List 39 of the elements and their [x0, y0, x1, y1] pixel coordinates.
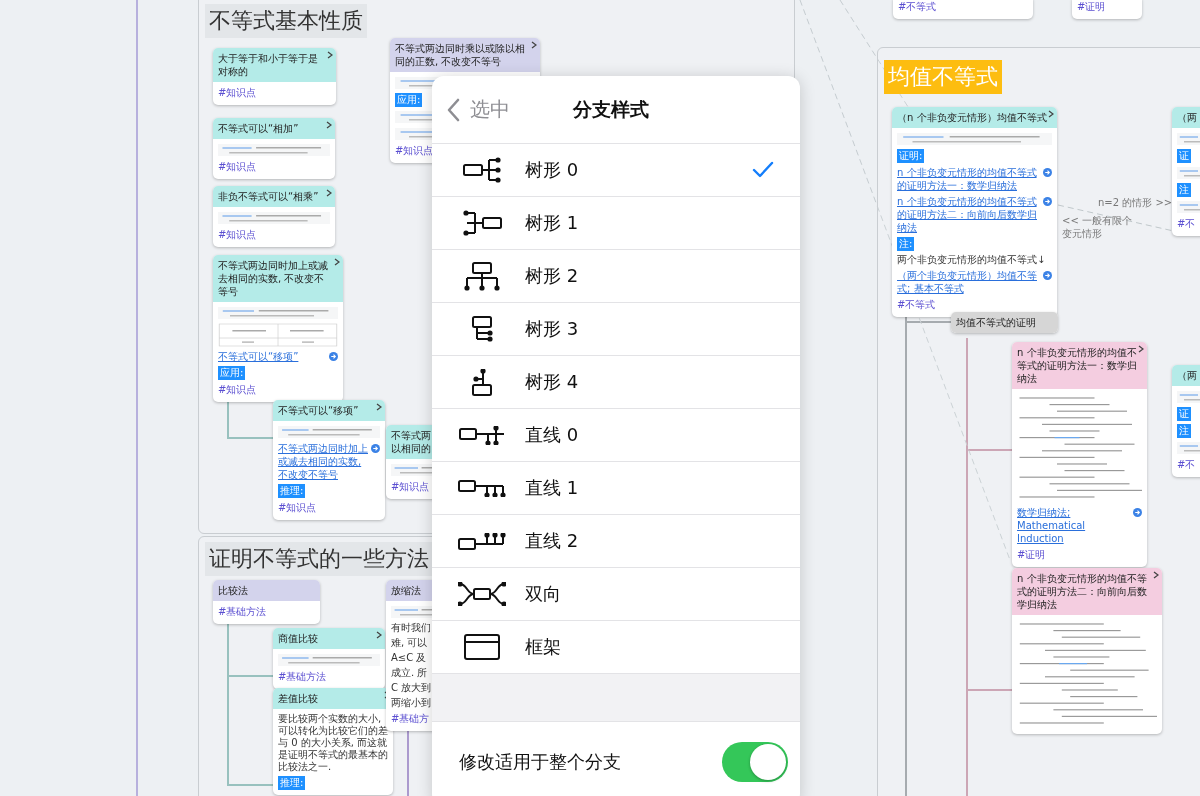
node-text: 要比较两个实数的大小, 可以转化为比较它们的差与 0 的大小关系, 而这就是证明不等式的最基本的比较法之一. [278, 713, 388, 773]
node-text: 两缩小到 [391, 697, 431, 709]
node-title: （两 [1177, 111, 1198, 124]
node-title: 不等式两边同时乘以或除以相同的正数, 不改变不等号 [395, 42, 526, 68]
node-text: 成立. 所 [391, 667, 428, 679]
highlighted-label: 注 [1177, 183, 1191, 197]
highlighted-label: 注: [897, 237, 915, 251]
node-text: 难, 可以 [391, 637, 428, 649]
highlighted-label: 应用: [218, 366, 246, 380]
highlighted-label: 证 [1177, 149, 1191, 163]
node-text: 两个非负变元情形的均值不等式↓ [897, 254, 1046, 266]
node-title: 放缩法 [391, 584, 422, 597]
highlighted-label: 推理: [278, 776, 306, 790]
node-title: （n 个非负变元情形）均值不等式 [897, 111, 1047, 124]
toggle-label: 修改适用于整个分支 [459, 750, 621, 774]
node-title: 商值比较 [278, 632, 319, 645]
node-title: 不等式两以相同的 [391, 429, 432, 455]
highlighted-label: 注 [1177, 424, 1191, 438]
node-title: 不等式可以“移项” [278, 404, 360, 417]
node-title: 不等式两边同时加上或减去相同的实数, 不改变不等号 [218, 259, 329, 298]
edge-label: n=2 的情形 >> [1098, 196, 1173, 209]
panel-title: 分支样式 [573, 96, 649, 122]
node-text: A≤C 及 [391, 652, 427, 664]
node-title: n 个非负变元情形的均值不等式的证明方法一：数学归纳法 [1017, 346, 1137, 385]
highlighted-label: 推理: [278, 484, 306, 498]
node-title: 不等式可以“相加” [218, 122, 300, 135]
highlighted-label: 证明: [897, 149, 925, 163]
highlighted-label: 证 [1177, 407, 1191, 421]
node-title: （两 [1177, 369, 1198, 382]
node-title: 非负不等式可以“相乘” [218, 190, 320, 203]
edge-label: << 一般有限个变元情形 [1062, 214, 1133, 240]
node-title: 比较法 [218, 584, 249, 597]
node-text: 有时我们 [391, 622, 431, 634]
highlighted-label: 应用: [395, 93, 423, 107]
node-title: 大于等于和小于等于是对称的 [218, 52, 319, 78]
node-text: C 放大到 [391, 682, 432, 694]
node-title: n 个非负变元情形的均值不等式的证明方法二：向前向后数学归纳法 [1017, 572, 1148, 611]
node-title: 差值比较 [278, 692, 319, 705]
node-title: 均值不等式的证明 [956, 316, 1037, 329]
